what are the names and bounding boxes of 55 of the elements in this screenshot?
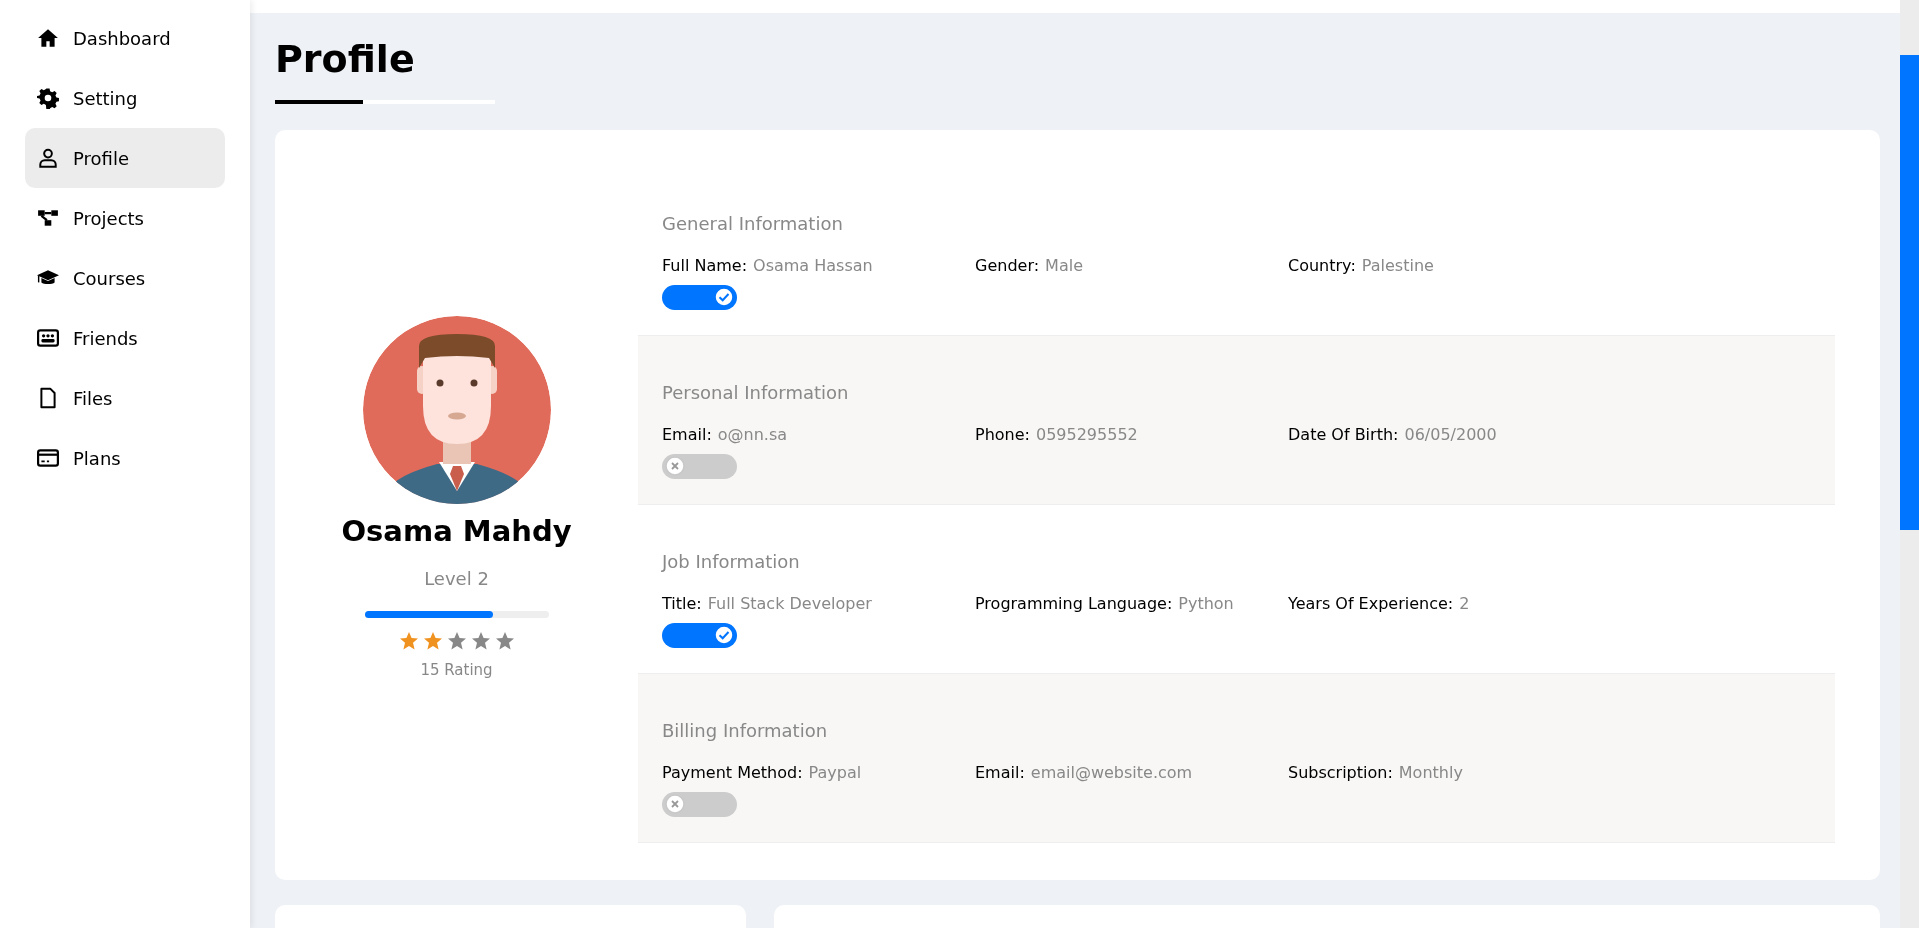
- x-icon: [665, 456, 685, 477]
- field-value: Osama Hassan: [753, 255, 873, 275]
- field-value: Paypal: [808, 762, 862, 782]
- profile-name: Osama Mahdy: [341, 513, 572, 548]
- scrollbar-thumb[interactable]: [1900, 55, 1919, 530]
- field-label: Date Of Birth:: [1288, 424, 1399, 444]
- rating-count: 15 Rating: [420, 660, 493, 679]
- field-value: o@nn.sa: [717, 424, 788, 444]
- scrollbar[interactable]: [1900, 0, 1919, 928]
- star-icon: [494, 630, 515, 651]
- field-value: Monthly: [1398, 762, 1463, 782]
- star-icon: [398, 630, 419, 651]
- sidebar-item[interactable]: Profile: [25, 128, 225, 188]
- field-label: Email:: [975, 762, 1025, 782]
- people-icon: [37, 327, 59, 349]
- nodes-icon: [37, 207, 59, 229]
- field-label: Payment Method:: [662, 762, 803, 782]
- field-label: Email:: [662, 424, 712, 444]
- level-label: Level 2: [424, 567, 489, 589]
- field-label: Years Of Experience:: [1288, 593, 1454, 613]
- star-icon: [470, 630, 491, 651]
- section-title: Billing Information: [662, 719, 829, 741]
- field-value: Male: [1045, 255, 1083, 275]
- field-label: Subscription:: [1288, 762, 1393, 782]
- user-icon: [37, 147, 59, 169]
- field-value: 2: [1459, 593, 1470, 613]
- field-label: Gender:: [975, 255, 1040, 275]
- section-title: Job Information: [662, 550, 801, 572]
- check-icon: [714, 625, 734, 646]
- field-value: Palestine: [1361, 255, 1434, 275]
- x-icon: [665, 794, 685, 815]
- gear-icon: [37, 87, 59, 109]
- star-icon: [446, 630, 467, 651]
- home-icon: [37, 27, 59, 49]
- file-icon: [37, 387, 59, 409]
- field-label: Title:: [662, 593, 702, 613]
- field-label: Programming Language:: [975, 593, 1173, 613]
- field-label: Full Name:: [662, 255, 748, 275]
- page-title: Profile: [275, 39, 416, 81]
- credit-card-icon: [37, 447, 59, 469]
- star-icon: [422, 630, 443, 651]
- toggle-switch[interactable]: [662, 622, 737, 648]
- toggle-switch[interactable]: [662, 453, 737, 479]
- check-icon: [714, 287, 734, 308]
- field-value: 06/05/2000: [1404, 424, 1497, 444]
- section-title: General Information: [662, 212, 844, 234]
- toggle-switch[interactable]: [662, 284, 737, 310]
- section-title: Personal Information: [662, 381, 850, 403]
- toggle-switch[interactable]: [662, 791, 737, 817]
- field-value: 0595295552: [1035, 424, 1138, 444]
- field-value: Python: [1178, 593, 1234, 613]
- field-value: email@website.com: [1030, 762, 1193, 782]
- field-label: Country:: [1288, 255, 1356, 275]
- field-label: Phone:: [975, 424, 1030, 444]
- field-value: Full Stack Developer: [707, 593, 872, 613]
